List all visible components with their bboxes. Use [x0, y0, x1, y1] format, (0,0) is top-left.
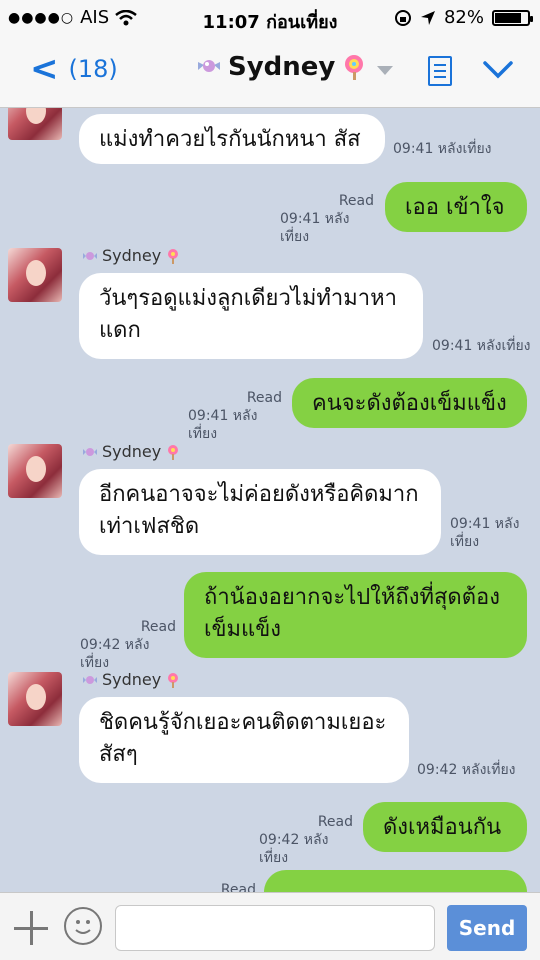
message-meta: Read — [200, 881, 256, 892]
message-meta: Read 09:42 หลังเที่ยง — [80, 618, 176, 672]
chat-header: < (18) Sydney — [0, 36, 540, 108]
candy-icon — [198, 60, 220, 72]
lollipop-icon — [345, 55, 364, 80]
battery-percent: 82% — [443, 7, 484, 28]
message-bubble-incoming[interactable]: แม่งทำควยไรกันนักหนา สัส — [79, 114, 385, 164]
message-meta: Read 09:42 หลังเที่ยง — [259, 813, 353, 867]
chevron-down-small-icon[interactable] — [377, 66, 393, 75]
message-bubble-outgoing[interactable]: คนจะดังต้องเข็มแข็ง — [292, 378, 527, 428]
notes-icon[interactable] — [428, 56, 452, 86]
read-receipt: Read — [338, 193, 374, 209]
location-icon — [420, 10, 435, 25]
chevron-left-icon: < — [30, 49, 59, 89]
candy-icon — [83, 675, 97, 684]
message-time: 09:41 หลังเที่ยง — [188, 408, 258, 442]
unread-count: (18) — [68, 55, 118, 83]
message-time: 09:42 หลังเที่ยง — [259, 832, 329, 866]
message-bubble-outgoing[interactable]: ถ้าน้องอยากจะไปให้ถึงที่สุดต้องเข็มแข็ง — [184, 572, 527, 658]
status-right: 82% — [394, 7, 533, 28]
message-meta: Read 09:41 หลังเที่ยง — [188, 389, 282, 443]
read-receipt: Read — [317, 814, 353, 830]
message-time: 09:41 หลังเที่ยง — [450, 516, 520, 550]
sender-name: Sydney — [82, 670, 181, 689]
message-time: 09:41 หลังเที่ยง — [393, 141, 492, 157]
lollipop-icon — [168, 248, 179, 264]
sender-name: Sydney — [82, 246, 181, 265]
read-receipt: Read — [246, 390, 282, 406]
lollipop-icon — [168, 672, 179, 688]
message-bubble-incoming[interactable]: อีกคนอาจจะไม่ค่อยดังหรือคิดมากเท่าเฟสชิด — [79, 469, 441, 555]
status-bar: ●●●●○ AIS 11:07 ก่อนเที่ยง 82% — [0, 0, 540, 36]
avatar[interactable] — [8, 248, 62, 302]
message-time: 09:42 หลังเที่ยง — [417, 762, 516, 778]
candy-icon — [83, 447, 97, 456]
message-bubble-outgoing[interactable] — [264, 870, 527, 892]
message-time: 09:42 หลังเที่ยง — [80, 637, 150, 671]
chat-area[interactable]: แม่งทำควยไรกันนักหนา สัส 09:41 หลังเที่ย… — [0, 108, 540, 892]
sender-name: Sydney — [82, 442, 181, 461]
avatar[interactable] — [8, 672, 62, 726]
send-button[interactable]: Send — [447, 905, 527, 951]
message-input-bar: Send — [0, 892, 540, 960]
lollipop-icon — [168, 444, 179, 460]
candy-icon — [83, 251, 97, 260]
plus-icon[interactable] — [14, 911, 48, 945]
message-bubble-outgoing[interactable]: เออ เข้าใจ — [385, 182, 527, 232]
message-bubble-incoming[interactable]: วันๆรอดูแม่งลูกเดียวไม่ทำมาหาแดก — [79, 273, 423, 359]
message-bubble-incoming[interactable]: ชิดคนรู้จักเยอะคนติดตามเยอะสัสๆ — [79, 697, 409, 783]
avatar[interactable] — [8, 108, 62, 140]
avatar[interactable] — [8, 444, 62, 498]
read-receipt: Read — [220, 882, 256, 892]
message-time: 09:41 หลังเที่ยง — [432, 338, 531, 354]
message-input[interactable] — [115, 905, 435, 951]
message-bubble-outgoing[interactable]: ดังเหมือนกัน — [363, 802, 527, 852]
chat-title[interactable]: Sydney — [196, 52, 367, 82]
message-time: 09:41 หลังเที่ยง — [280, 211, 350, 245]
message-meta: Read 09:41 หลังเที่ยง — [280, 192, 374, 246]
read-receipt: Read — [140, 619, 176, 635]
back-button[interactable]: < (18) — [30, 49, 118, 89]
chat-title-text: Sydney — [228, 52, 336, 82]
battery-fill — [495, 12, 521, 23]
battery-icon — [492, 9, 533, 26]
chevron-down-icon[interactable] — [482, 58, 514, 82]
smile-icon[interactable] — [64, 907, 102, 945]
rotation-lock-icon — [394, 9, 411, 26]
